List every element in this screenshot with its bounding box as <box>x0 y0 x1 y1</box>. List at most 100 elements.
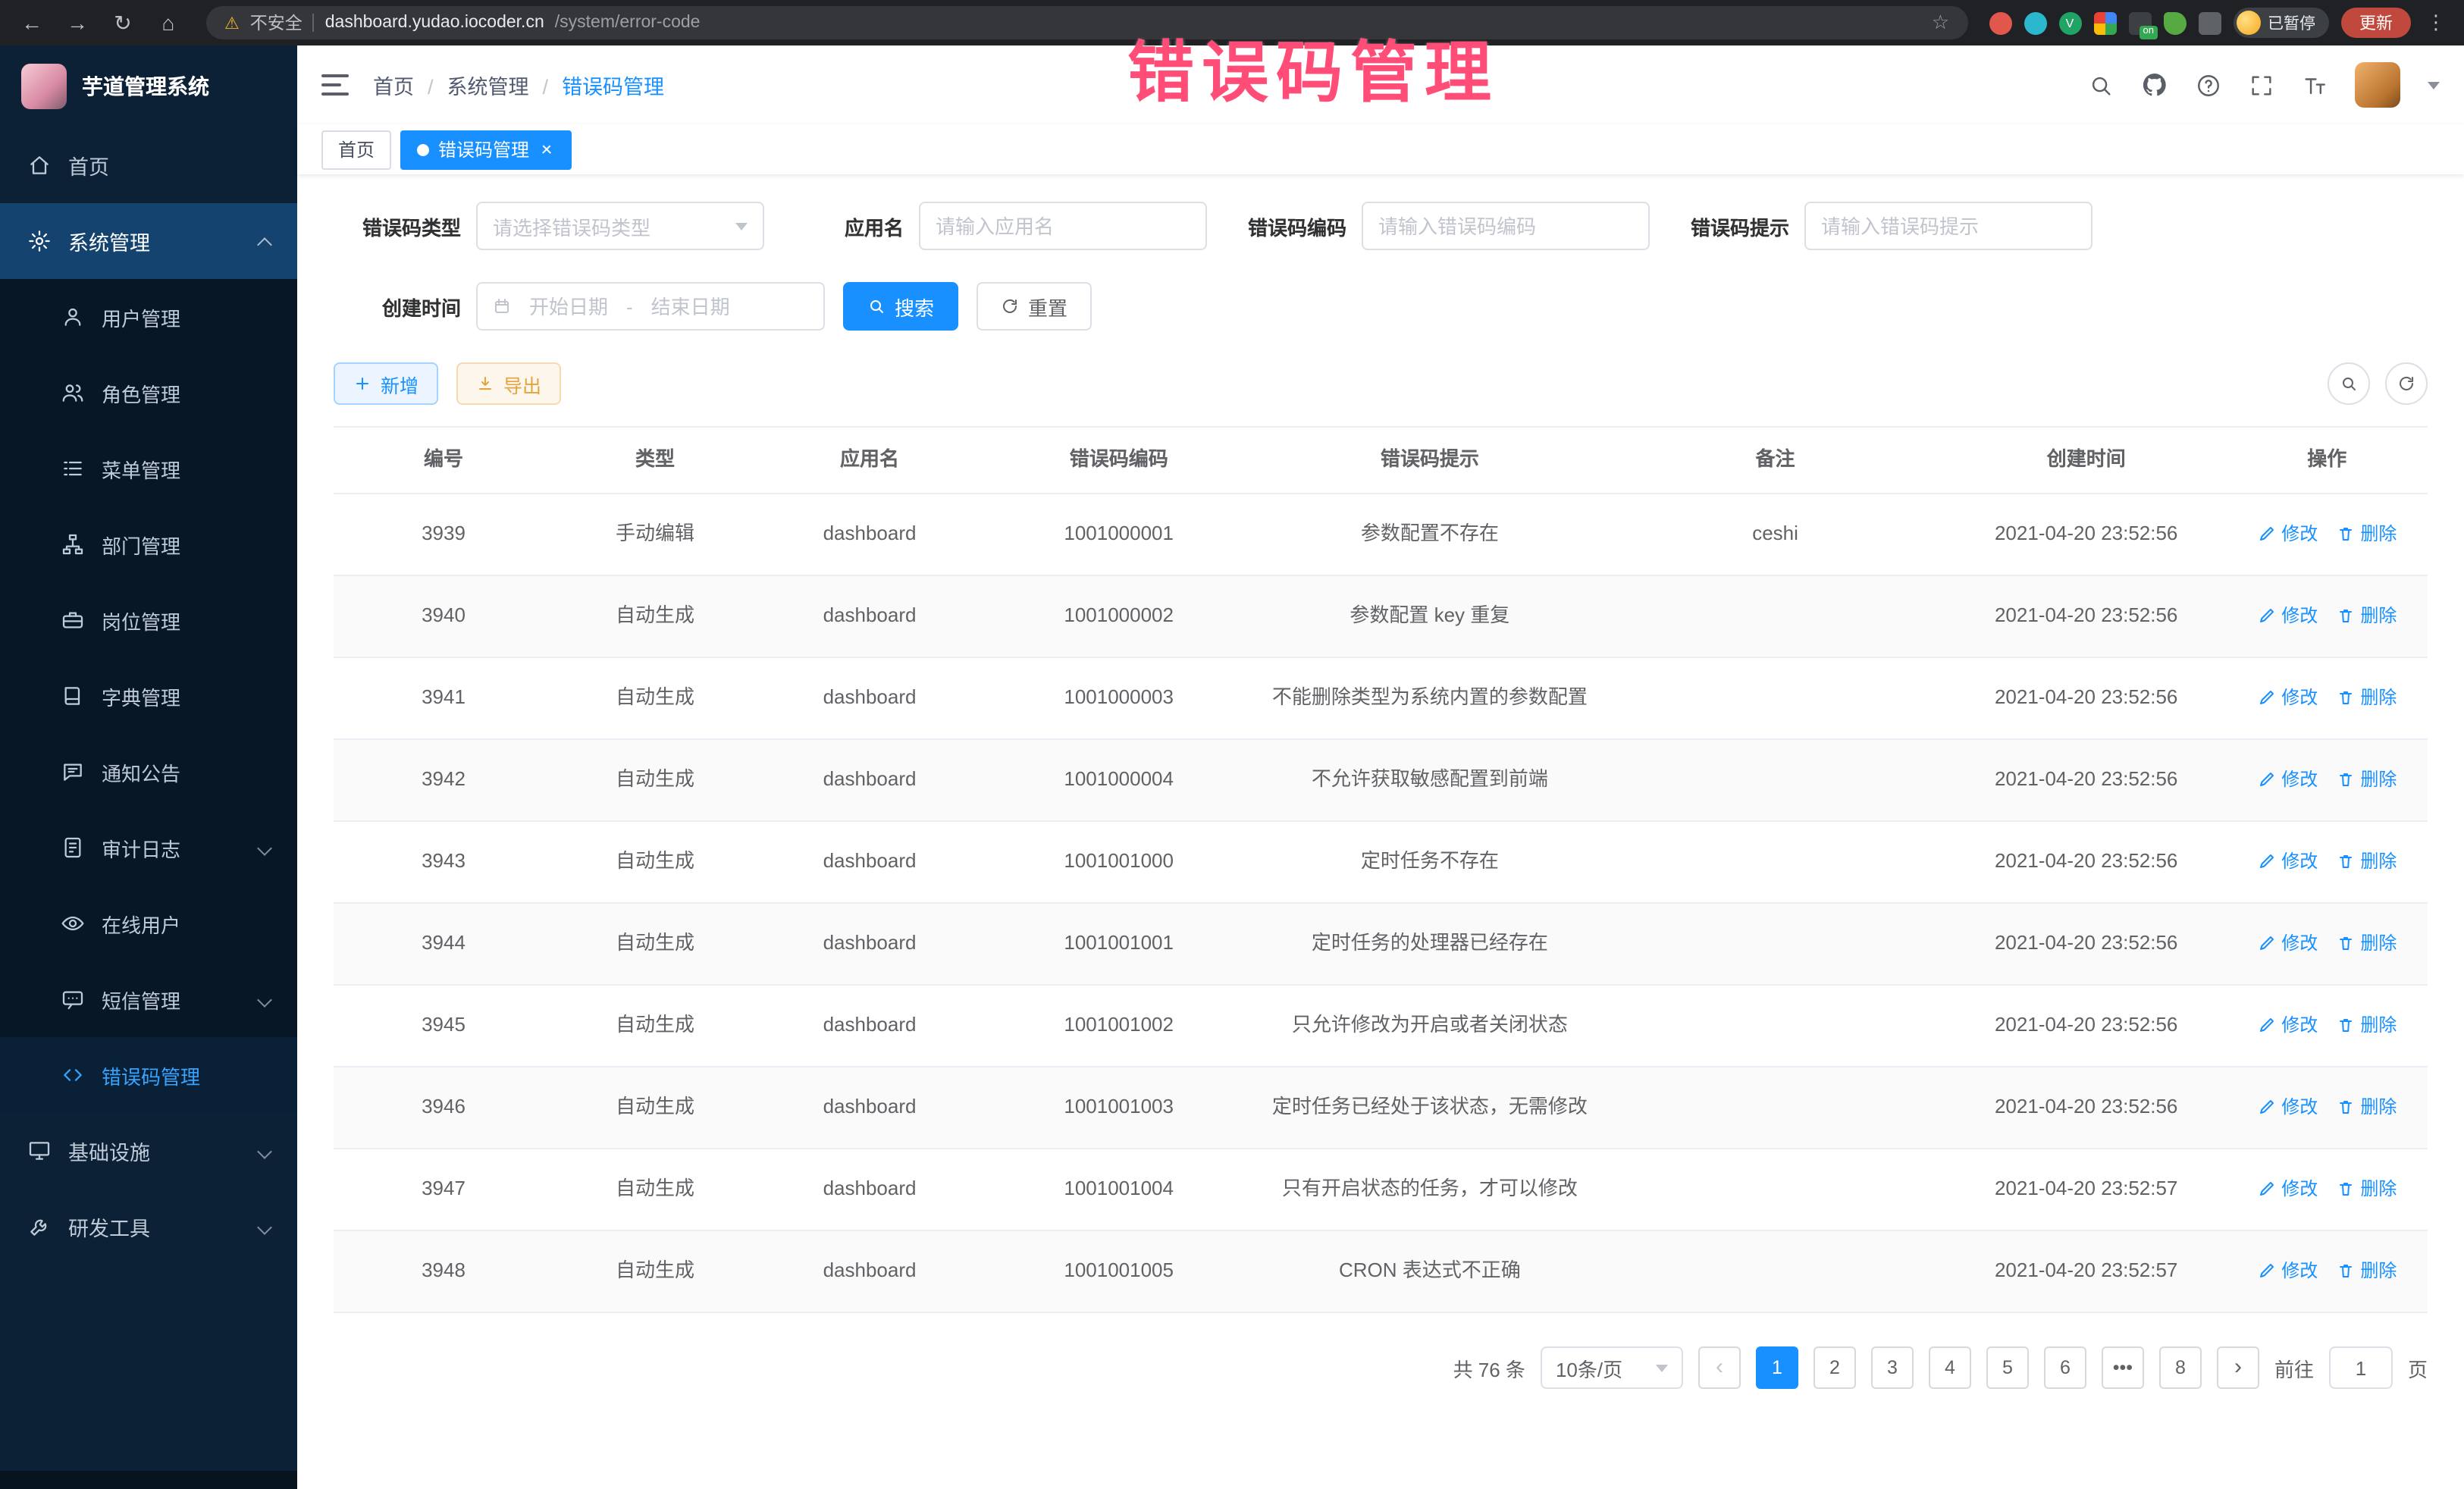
sidebar-item-error-code[interactable]: 错误码管理 <box>0 1037 297 1113</box>
sidebar-item-notices[interactable]: 通知公告 <box>0 734 297 810</box>
edit-link[interactable]: 修改 <box>2257 1259 2318 1285</box>
edit-link[interactable]: 修改 <box>2257 931 2318 958</box>
browser-home-icon[interactable]: ⌂ <box>152 6 185 39</box>
edit-link[interactable]: 修改 <box>2257 685 2318 712</box>
reset-button[interactable]: 重置 <box>977 282 1092 331</box>
error-msg-field[interactable] <box>1804 202 2093 250</box>
show-search-icon[interactable] <box>2328 362 2370 405</box>
search-button[interactable]: 搜索 <box>843 282 958 331</box>
browser-extension-icon[interactable] <box>2093 11 2116 34</box>
cell-app: dashboard <box>757 596 983 637</box>
delete-link[interactable]: 删除 <box>2336 1177 2397 1203</box>
sidebar-item-label: 研发工具 <box>68 1212 150 1242</box>
edit-link[interactable]: 修改 <box>2257 522 2318 548</box>
bookmark-star-icon[interactable]: ☆ <box>1932 11 1949 35</box>
page-button-1[interactable]: 1 <box>1756 1346 1798 1389</box>
browser-profile-chip[interactable]: 已暂停 <box>2233 8 2329 38</box>
error-code-field[interactable] <box>1362 202 1650 250</box>
browser-forward-icon[interactable]: → <box>61 6 94 39</box>
sidebar-collapse-bar[interactable] <box>0 1471 297 1489</box>
sidebar-item-users[interactable]: 用户管理 <box>0 279 297 355</box>
sidebar-item-audit-log[interactable]: 审计日志 <box>0 810 297 886</box>
user-avatar[interactable] <box>2355 62 2400 108</box>
address-bar[interactable]: ⚠ 不安全 dashboard.yudao.iocoder.cn/system/… <box>206 6 1967 39</box>
hamburger-icon[interactable] <box>321 74 349 96</box>
sidebar-item-sms[interactable]: 短信管理 <box>0 961 297 1037</box>
browser-menu-icon[interactable]: ⋮ <box>2423 11 2449 35</box>
edit-link[interactable]: 修改 <box>2257 767 2318 794</box>
edit-link[interactable]: 修改 <box>2257 849 2318 876</box>
avatar-caret-down-icon[interactable] <box>2428 81 2440 89</box>
sidebar-item-posts[interactable]: 岗位管理 <box>0 582 297 658</box>
fullscreen-icon[interactable] <box>2249 72 2274 98</box>
edit-link[interactable]: 修改 <box>2257 1177 2318 1203</box>
sidebar-item-departments[interactable]: 部门管理 <box>0 506 297 582</box>
page-button-2[interactable]: 2 <box>1814 1346 1856 1389</box>
extensions-puzzle-icon[interactable] <box>2198 11 2221 34</box>
delete-link[interactable]: 删除 <box>2336 849 2397 876</box>
page-button-3[interactable]: 3 <box>1871 1346 1914 1389</box>
cell-msg: 不能删除类型为系统内置的参数配置 <box>1255 678 1604 719</box>
sidebar-item-system[interactable]: 系统管理 <box>0 203 297 279</box>
browser-extension-icon[interactable] <box>2024 11 2046 34</box>
font-size-icon[interactable] <box>2302 72 2328 98</box>
page-button-5[interactable]: 5 <box>1986 1346 2029 1389</box>
prev-page-button[interactable]: ‹ <box>1698 1346 1741 1389</box>
github-icon[interactable] <box>2141 71 2168 99</box>
browser-update-button[interactable]: 更新 <box>2341 8 2411 38</box>
search-icon[interactable] <box>2088 72 2114 98</box>
delete-link[interactable]: 删除 <box>2336 1013 2397 1039</box>
edit-link[interactable]: 修改 <box>2257 1095 2318 1121</box>
tab-home[interactable]: 首页 <box>321 130 391 169</box>
sidebar-item-infrastructure[interactable]: 基础设施 <box>0 1113 297 1189</box>
error-msg-input[interactable] <box>1821 215 2076 237</box>
tab-error-code[interactable]: 错误码管理 <box>400 130 572 169</box>
browser-extension-icon[interactable] <box>2163 11 2186 34</box>
date-range-picker[interactable]: - <box>476 282 825 331</box>
export-button[interactable]: 导出 <box>456 362 561 405</box>
sidebar-item-online-users[interactable]: 在线用户 <box>0 886 297 961</box>
edit-link[interactable]: 修改 <box>2257 603 2318 630</box>
page-button-6[interactable]: 6 <box>2044 1346 2086 1389</box>
error-type-select[interactable]: 请选择错误码类型 <box>476 202 764 250</box>
help-icon[interactable] <box>2196 72 2221 98</box>
start-date-input[interactable] <box>520 295 617 318</box>
page-size-select[interactable]: 10条/页 <box>1541 1346 1683 1389</box>
browser-refresh-icon[interactable]: ↻ <box>106 6 140 39</box>
sidebar-item-menus[interactable]: 菜单管理 <box>0 431 297 506</box>
breadcrumb-home[interactable]: 首页 <box>373 70 414 100</box>
delete-link[interactable]: 删除 <box>2336 1259 2397 1285</box>
breadcrumb-system[interactable]: 系统管理 <box>414 70 529 100</box>
delete-link[interactable]: 删除 <box>2336 1095 2397 1121</box>
end-date-input[interactable] <box>642 295 739 318</box>
app-logo[interactable]: 芋道管理系统 <box>0 45 297 127</box>
browser-extension-icon[interactable]: V <box>2058 11 2081 34</box>
page-button-4[interactable]: 4 <box>1929 1346 1971 1389</box>
goto-page-input[interactable] <box>2329 1346 2393 1389</box>
page-button-8[interactable]: 8 <box>2159 1346 2202 1389</box>
sidebar-item-roles[interactable]: 角色管理 <box>0 355 297 431</box>
trash-icon <box>2336 1017 2354 1035</box>
delete-link[interactable]: 删除 <box>2336 931 2397 958</box>
app-name-field[interactable] <box>919 202 1207 250</box>
tab-close-icon[interactable] <box>538 141 555 158</box>
next-page-button[interactable]: › <box>2217 1346 2259 1389</box>
cell-code: 1001000002 <box>983 596 1255 637</box>
delete-link[interactable]: 删除 <box>2336 685 2397 712</box>
delete-link[interactable]: 删除 <box>2336 522 2397 548</box>
browser-extension-icon[interactable] <box>1989 11 2011 34</box>
add-button[interactable]: 新增 <box>334 362 438 405</box>
sidebar-item-dictionary[interactable]: 字典管理 <box>0 658 297 734</box>
edit-link[interactable]: 修改 <box>2257 1013 2318 1039</box>
refresh-table-icon[interactable] <box>2385 362 2428 405</box>
browser-extension-icon[interactable]: on <box>2128 11 2151 34</box>
sidebar-item-home[interactable]: 首页 <box>0 127 297 203</box>
delete-link[interactable]: 删除 <box>2336 603 2397 630</box>
error-code-input[interactable] <box>1378 215 1633 237</box>
app-name-input[interactable] <box>936 215 1190 237</box>
sidebar-item-dev-tools[interactable]: 研发工具 <box>0 1189 297 1265</box>
delete-link[interactable]: 删除 <box>2336 767 2397 794</box>
page-more-button[interactable]: ••• <box>2102 1346 2144 1389</box>
browser-back-icon[interactable]: ← <box>15 6 49 39</box>
edit-label: 修改 <box>2281 1013 2318 1039</box>
